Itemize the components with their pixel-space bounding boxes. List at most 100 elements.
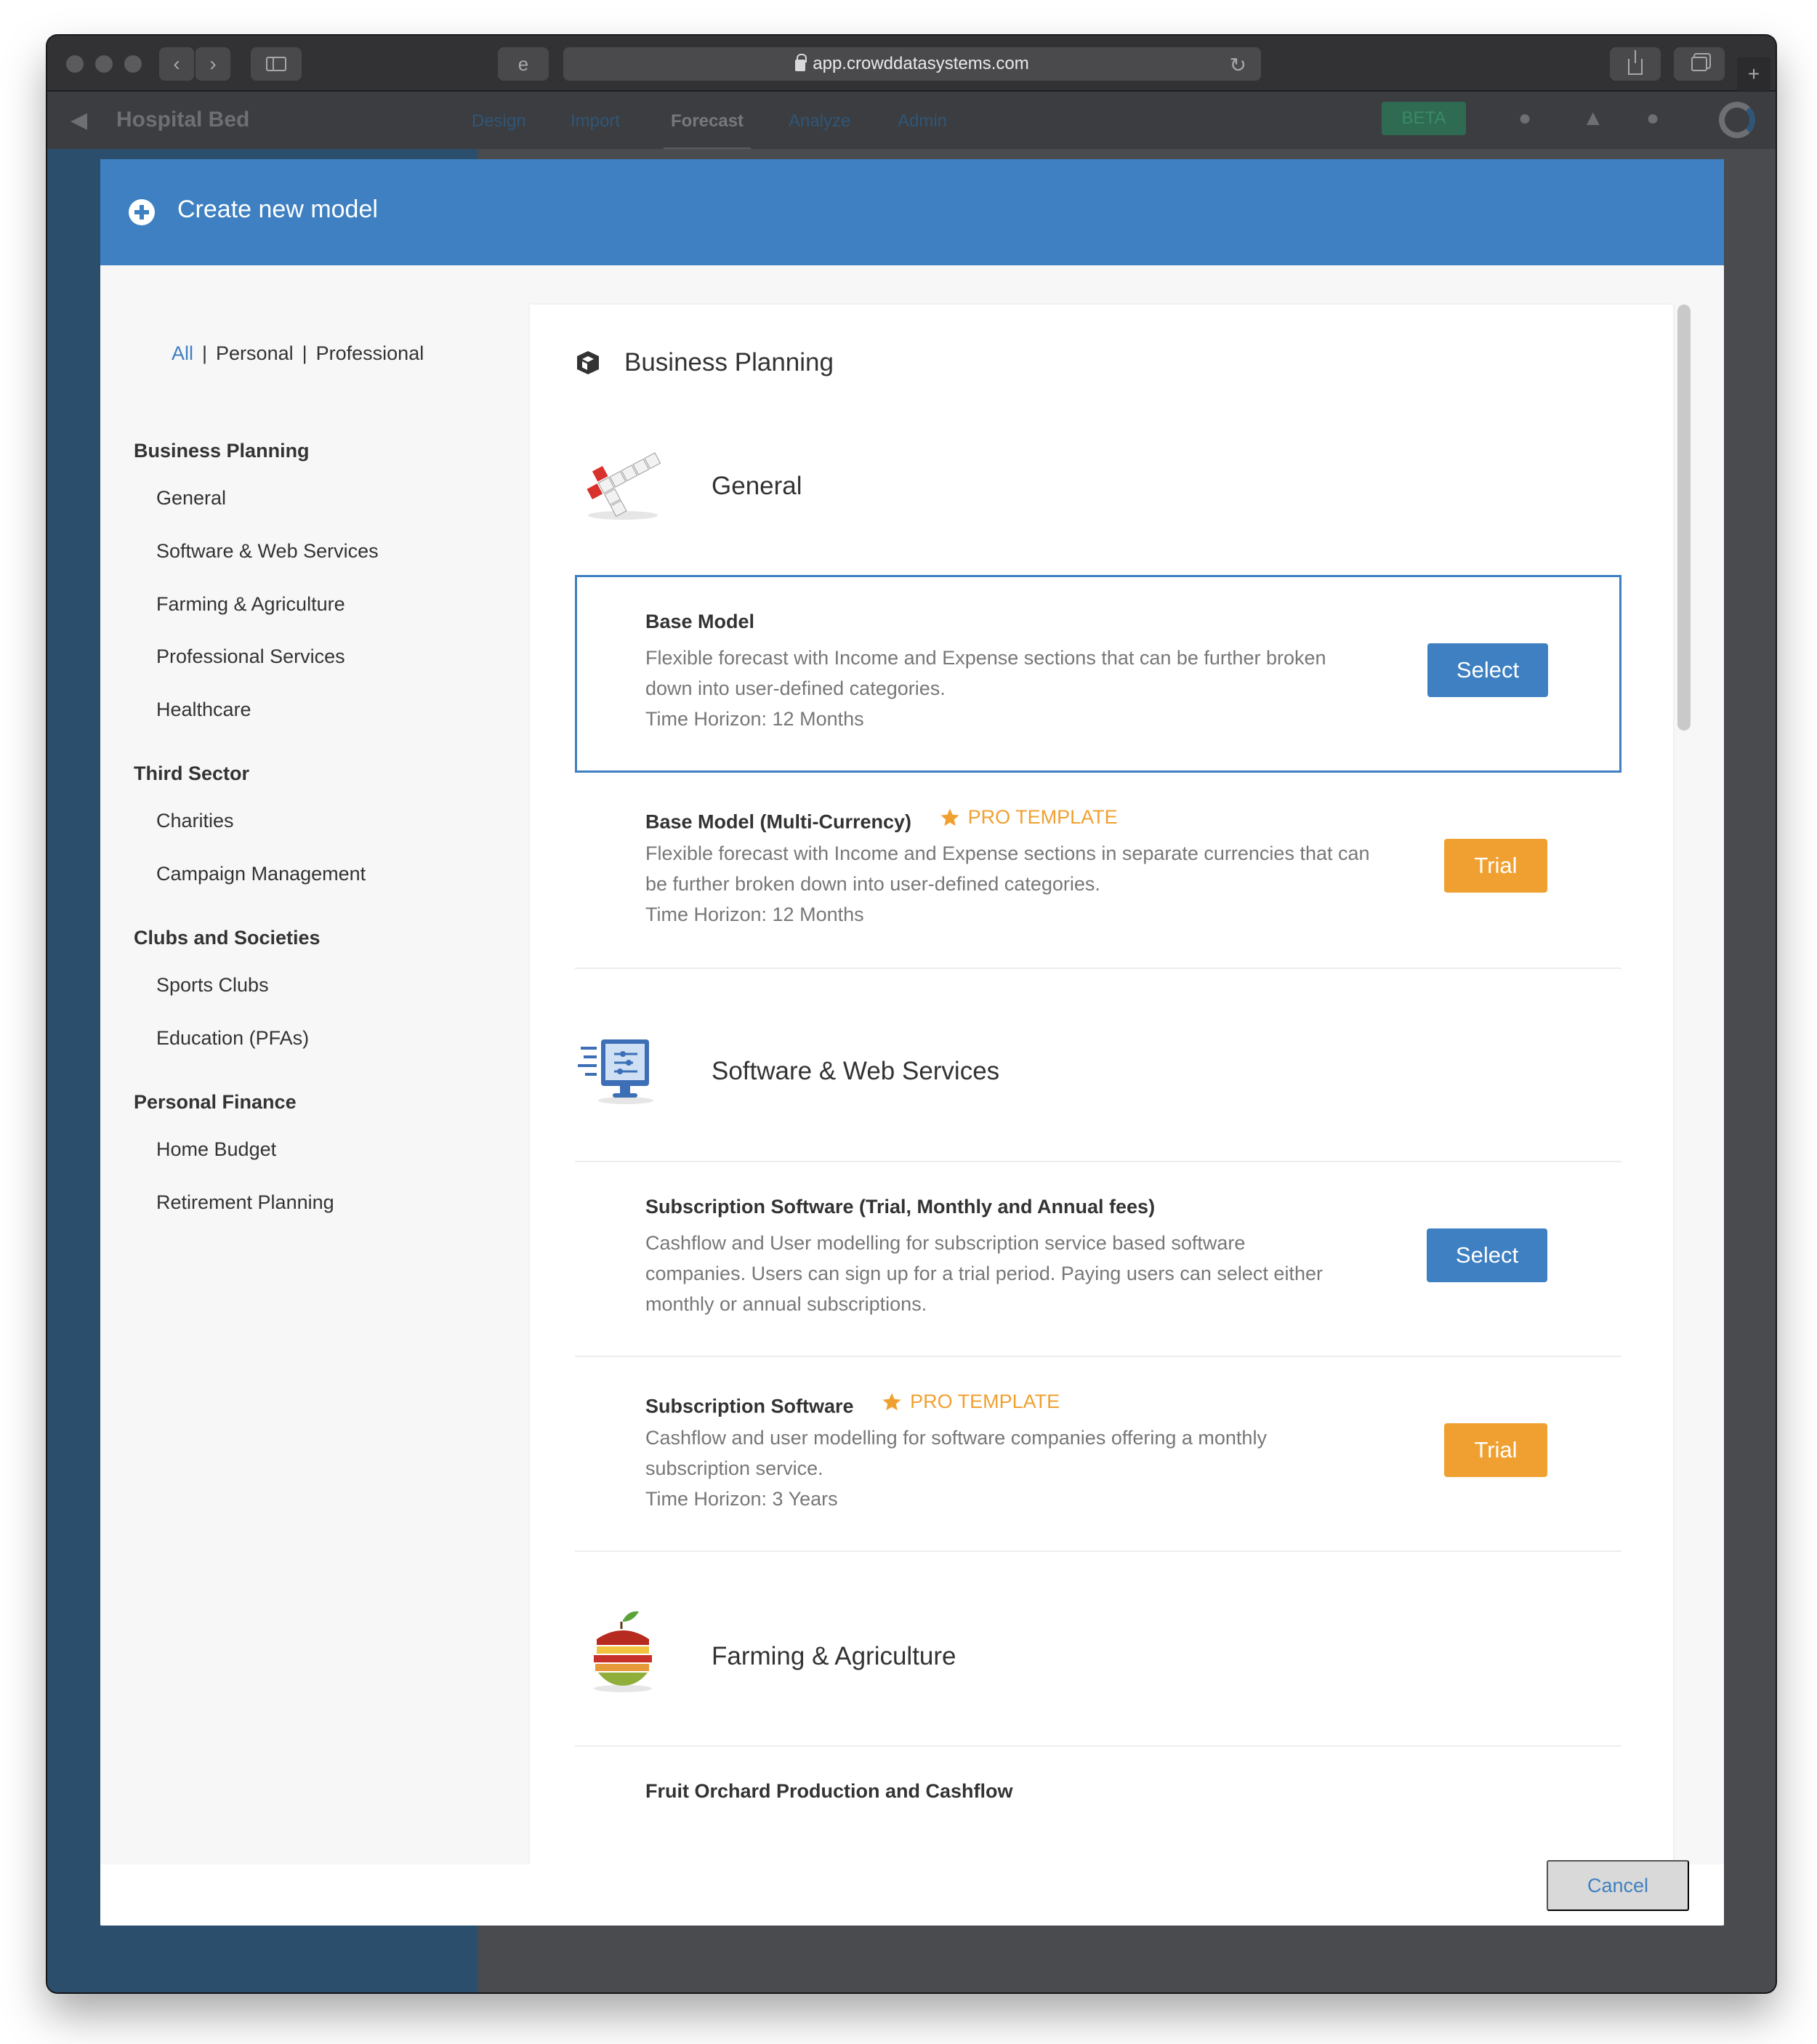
extension-icon: e: [517, 52, 529, 75]
pro-template-badge: PRO TEMPLATE: [939, 806, 1118, 829]
sidebar-item-general[interactable]: General: [156, 487, 226, 510]
minimize-window-dot[interactable]: [95, 55, 113, 73]
pro-template-badge: PRO TEMPLATE: [881, 1391, 1060, 1413]
sidebar-item-healthcare[interactable]: Healthcare: [156, 699, 251, 721]
star-icon: [882, 1393, 901, 1410]
description-line: companies. Users can sign up for a trial…: [645, 1263, 1323, 1284]
sidebar-item-farming-agriculture[interactable]: Farming & Agriculture: [156, 593, 345, 616]
create-model-dialog: Create new model All | Personal | Profession…: [100, 159, 1724, 1926]
sidebar-category-business-planning[interactable]: Business Planning: [134, 440, 310, 462]
dialog-title: Create new model: [177, 196, 378, 223]
dialog-body: All | Personal | Professional Business Plann…: [100, 265, 1724, 1864]
bell-icon[interactable]: ▲: [1582, 106, 1607, 131]
app-tab-admin[interactable]: Admin: [898, 111, 947, 132]
model-title: Fruit Orchard Production and Cashflow: [645, 1780, 1013, 1802]
sidebar-item-home-budget[interactable]: Home Budget: [156, 1138, 276, 1161]
share-button[interactable]: [1610, 47, 1661, 81]
model-card-subscription-software-trial[interactable]: Subscription Software (Trial, Monthly an…: [575, 1162, 1621, 1356]
model-title: Subscription Software (Trial, Monthly an…: [645, 1196, 1156, 1218]
group-title-general: General: [712, 472, 802, 500]
filter-separator: |: [302, 342, 307, 364]
model-title: Base Model: [645, 611, 755, 632]
sidebar-icon: [266, 57, 286, 71]
dialog-footer: Cancel: [100, 1860, 1724, 1926]
filter-all[interactable]: All: [172, 342, 193, 365]
model-title: Base Model (Multi-Currency): [645, 810, 912, 833]
divider: [575, 967, 1621, 969]
tabs-icon: [1691, 57, 1707, 71]
sidebar-item-education-pfas[interactable]: Education (PFAs): [156, 1027, 309, 1050]
tabs-overview-button[interactable]: [1674, 47, 1725, 81]
star-icon: [940, 808, 959, 826]
description-line: down into user-defined categories.: [645, 677, 946, 699]
sidebar-item-retirement-planning[interactable]: Retirement Planning: [156, 1191, 334, 1214]
chat-icon[interactable]: ●: [1518, 106, 1543, 131]
back-nav-button[interactable]: ‹: [159, 47, 194, 81]
sidebar-item-campaign-management[interactable]: Campaign Management: [156, 863, 366, 885]
browser-window: ‹ › e app.crowddatasystems.com ↻ + ◀ Hos…: [47, 36, 1776, 1992]
content-scrollbar[interactable]: [1677, 305, 1692, 1864]
model-card-base-model-multi-currency[interactable]: Base Model (Multi-Currency) PRO TEMPLATE…: [575, 773, 1621, 967]
model-description: Cashflow and User modelling for subscrip…: [645, 1228, 1416, 1319]
model-title-row: Base Model (Multi-Currency) PRO TEMPLATE: [645, 806, 1118, 834]
model-card-fruit-orchard[interactable]: Fruit Orchard Production and Cashflow: [575, 1747, 1621, 1864]
model-card-base-model[interactable]: Base Model Flexible forecast with Income…: [575, 575, 1621, 773]
description-line: Time Horizon: 3 Years: [645, 1488, 838, 1510]
app-tab-design[interactable]: Design: [472, 111, 526, 132]
model-card-subscription-software-pro[interactable]: Subscription Software PRO TEMPLATE Cashf…: [575, 1357, 1621, 1550]
close-window-dot[interactable]: [66, 55, 84, 73]
sidebar-item-software-web-services[interactable]: Software & Web Services: [156, 540, 379, 563]
plus-circle-icon: [129, 199, 155, 225]
filter-personal[interactable]: Personal: [216, 342, 294, 365]
model-title: Subscription Software: [645, 1395, 854, 1417]
sidebar-item-professional-services[interactable]: Professional Services: [156, 645, 345, 668]
url-text: app.crowddatasystems.com: [813, 54, 1029, 73]
trial-button[interactable]: Trial: [1444, 1423, 1547, 1477]
app-tab-forecast[interactable]: Forecast: [663, 111, 752, 153]
cancel-button[interactable]: Cancel: [1547, 1860, 1689, 1911]
apple-slices-image: [594, 1611, 652, 1692]
beta-badge: BETA: [1382, 102, 1466, 135]
zoom-window-dot[interactable]: [124, 55, 142, 73]
description-line: Time Horizon: 12 Months: [645, 708, 864, 730]
sidebar-item-sports-clubs[interactable]: Sports Clubs: [156, 974, 269, 997]
section-header: Business Planning: [575, 348, 834, 377]
model-title-row: Subscription Software PRO TEMPLATE: [645, 1391, 1060, 1418]
back-arrow-icon[interactable]: ◀: [70, 108, 87, 133]
group-title-software-web-services: Software & Web Services: [712, 1057, 1000, 1085]
description-line: subscription service.: [645, 1457, 823, 1479]
filter-professional[interactable]: Professional: [316, 342, 424, 365]
chevron-right-icon: ›: [209, 52, 217, 75]
app-navbar: ◀ Hospital Bed Design Import Forecast An…: [47, 92, 1776, 153]
address-bar[interactable]: app.crowddatasystems.com ↻: [563, 47, 1261, 81]
new-tab-button[interactable]: +: [1737, 57, 1770, 91]
divider: [575, 1550, 1621, 1552]
filter-bar: All | Personal | Professional: [172, 342, 424, 365]
sidebar-category-clubs-societies[interactable]: Clubs and Societies: [134, 927, 321, 949]
trial-button[interactable]: Trial: [1444, 839, 1547, 893]
forward-nav-button[interactable]: ›: [196, 47, 230, 81]
user-icon[interactable]: ●: [1646, 106, 1671, 131]
sidebar-toggle-button[interactable]: [251, 47, 302, 81]
filter-separator: |: [202, 342, 208, 364]
sidebar-category-third-sector[interactable]: Third Sector: [134, 763, 249, 785]
scrollbar-thumb[interactable]: [1677, 305, 1691, 731]
select-button[interactable]: Select: [1427, 1228, 1547, 1282]
dialog-header: Create new model: [100, 159, 1724, 265]
sidebar-category-personal-finance[interactable]: Personal Finance: [134, 1091, 297, 1114]
sidebar-item-charities[interactable]: Charities: [156, 810, 234, 832]
model-description: Flexible forecast with Income and Expens…: [645, 643, 1416, 734]
browser-toolbar: ‹ › e app.crowddatasystems.com ↻ +: [47, 36, 1776, 92]
chevron-left-icon: ‹: [173, 52, 180, 75]
description-line: Flexible forecast with Income and Expens…: [645, 647, 1326, 669]
select-button[interactable]: Select: [1427, 643, 1548, 697]
category-sidebar: All | Personal | Professional Business Plann…: [100, 265, 529, 1864]
app-tab-analyze[interactable]: Analyze: [789, 111, 850, 132]
app-tab-import[interactable]: Import: [571, 111, 620, 132]
description-line: be further broken down into user-defined…: [645, 873, 1100, 895]
reload-icon[interactable]: ↻: [1230, 53, 1246, 77]
description-line: Flexible forecast with Income and Expens…: [645, 842, 1370, 864]
section-title: Business Planning: [624, 348, 834, 377]
extension-button[interactable]: e: [498, 47, 549, 81]
model-description: Flexible forecast with Income and Expens…: [645, 838, 1416, 930]
